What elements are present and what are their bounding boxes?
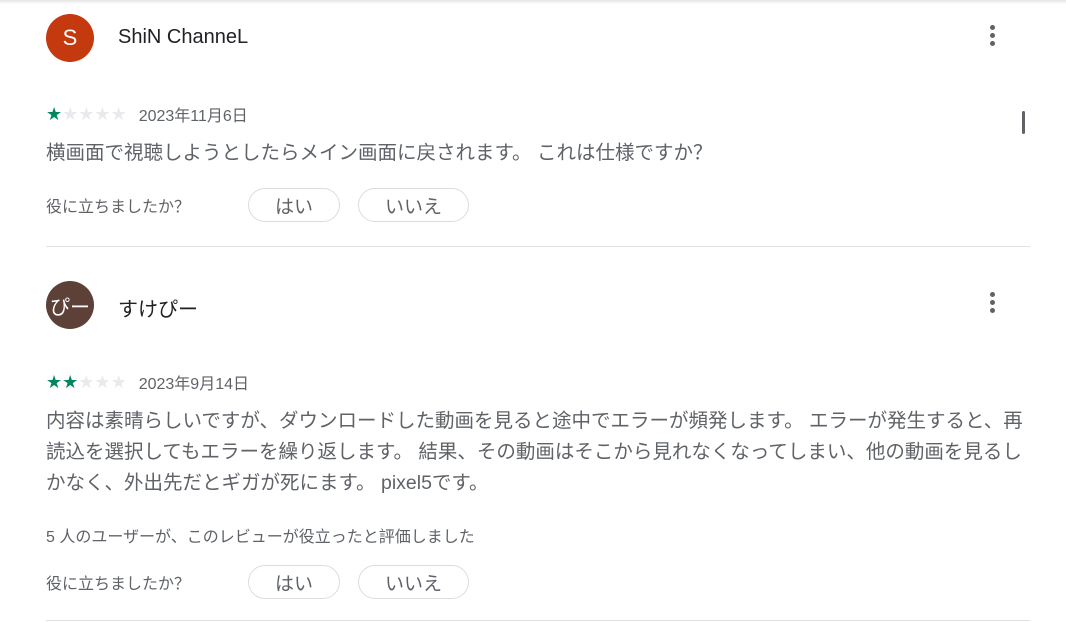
star-filled-icon: ★ — [62, 372, 79, 392]
star-empty-icon: ★ — [110, 104, 127, 124]
rating-row: ★ ★ ★ ★ ★ 2023年9月14日 — [46, 370, 249, 394]
star-empty-icon: ★ — [94, 372, 111, 392]
avatar: S — [46, 14, 94, 62]
star-empty-icon: ★ — [62, 104, 79, 124]
divider — [46, 246, 1030, 247]
star-filled-icon: ★ — [46, 104, 63, 124]
review-header: ぴー すけぴー — [46, 281, 1030, 329]
review-card-2: ぴー すけぴー ★ ★ ★ ★ ★ 2023年9月14日 内容は素晴らしいですが、ダウン… — [46, 281, 1030, 621]
more-vert-icon[interactable] — [980, 22, 1004, 54]
star-empty-icon: ★ — [94, 104, 111, 124]
avatar: ぴー — [46, 281, 94, 329]
star-empty-icon: ★ — [78, 372, 95, 392]
feedback-row: 役に立ちましたか？ はい いいえ — [46, 188, 470, 222]
helpful-count: 5 人のユーザーが、このレビューが役立ったと評価しました — [46, 529, 475, 546]
star-filled-icon: ★ — [46, 372, 63, 392]
no-button[interactable]: いいえ — [358, 188, 470, 222]
review-card-1: S ShiN ChanneL ★ ★ ★ ★ ★ 2023年11月6日 横画面で視聴しよ… — [46, 14, 1030, 246]
divider — [46, 620, 1030, 621]
review-date: 2023年9月14日 — [138, 376, 249, 393]
review-date: 2023年11月6日 — [138, 108, 248, 125]
top-shadow — [0, 0, 1066, 4]
review-header: S ShiN ChanneL — [46, 14, 1030, 62]
star-rating: ★ ★ ★ ★ ★ — [46, 105, 127, 123]
more-vert-icon[interactable] — [980, 289, 1004, 321]
author-name: すけぴー — [118, 299, 198, 321]
no-button[interactable]: いいえ — [358, 565, 470, 599]
feedback-row: 役に立ちましたか？ はい いいえ — [46, 565, 470, 599]
star-empty-icon: ★ — [110, 372, 127, 392]
star-empty-icon: ★ — [78, 104, 95, 124]
feedback-question: 役に立ちましたか？ — [46, 576, 191, 593]
feedback-question: 役に立ちましたか？ — [46, 199, 191, 216]
star-rating: ★ ★ ★ ★ ★ — [46, 373, 127, 391]
rating-row: ★ ★ ★ ★ ★ 2023年11月6日 — [46, 102, 248, 126]
review-text: 内容は素晴らしいですが、ダウンロードした動画を見ると途中でエラーが頻発します。 … — [46, 410, 1023, 494]
yes-button[interactable]: はい — [248, 188, 341, 222]
author-name: ShiN ChanneL — [118, 26, 249, 48]
review-text: 横画面で視聴しようとしたらメイン画面に戻されます。 これは仕様ですか？ — [46, 142, 713, 164]
yes-button[interactable]: はい — [248, 565, 341, 599]
